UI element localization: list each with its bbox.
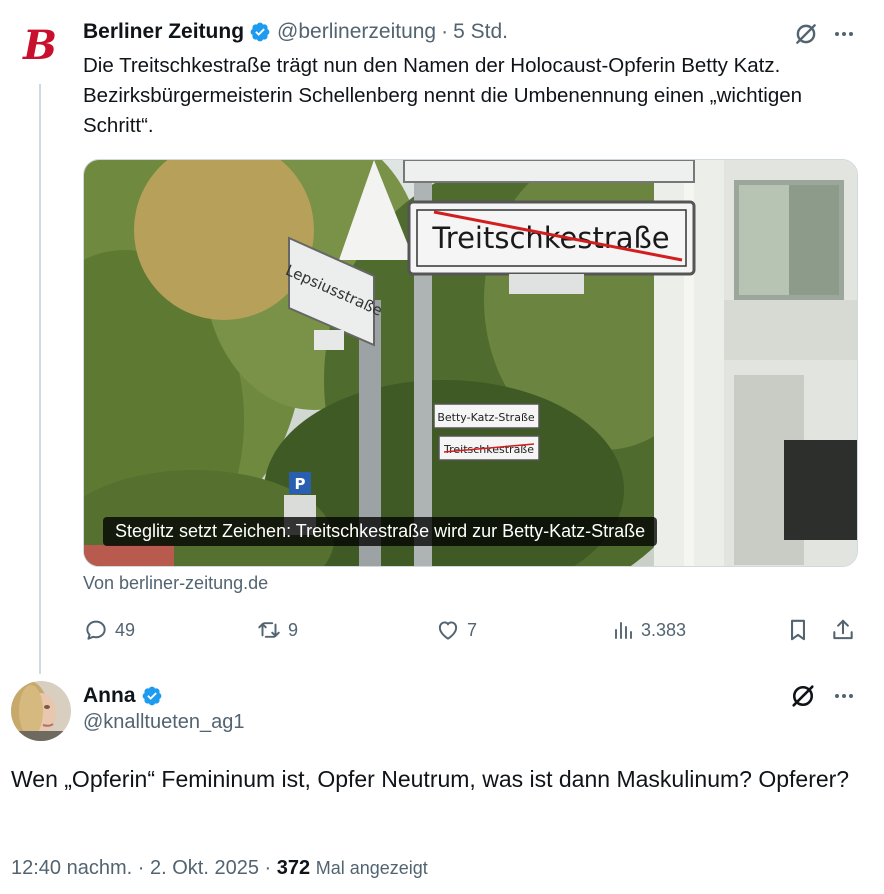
verified-badge-icon[interactable] [249,21,271,43]
more-icon[interactable] [829,681,859,711]
avatar-anna[interactable] [11,681,71,741]
avatar-berliner-zeitung[interactable]: B [16,22,64,70]
thread-connector-line [39,84,41,674]
tweet-media-card[interactable]: Treitschkestraße Lepsiusstraße Betty-Kat… [83,159,858,567]
author-name[interactable]: Berliner Zeitung [83,20,244,44]
grok-icon[interactable] [791,19,821,49]
bookmark-button[interactable] [785,612,817,648]
parent-tweet-header: Berliner Zeitung @berlinerzeitung · 5 St… [83,17,508,47]
reply-author-handle[interactable]: @knalltueten_ag1 [83,711,245,734]
reply-button[interactable]: 49 [83,612,135,648]
reply-author-name[interactable]: Anna [83,684,136,708]
reply-tweet-text: Wen „Opferin“ Femininum ist, Opfer Neutr… [11,766,850,792]
parent-tweet-text: Die Treitschkestraße trägt nun den Namen… [83,54,803,137]
grok-icon[interactable] [788,681,818,711]
reply-icon [86,620,106,640]
views-icon [615,622,632,639]
author-handle[interactable]: @berlinerzeitung [277,20,436,44]
like-icon [438,621,458,640]
link-source-label[interactable]: Von berliner-zeitung.de [83,573,268,594]
share-button[interactable] [830,612,862,648]
share-icon [833,619,853,640]
verified-badge-icon[interactable] [141,685,163,707]
views-count: 3.383 [641,619,687,640]
bookmark-icon [791,619,805,641]
like-button[interactable]: 7 [435,612,477,648]
like-count: 7 [467,619,478,640]
tweet-time[interactable]: 5 Std. [453,20,508,44]
repost-button[interactable]: 9 [256,612,298,648]
svg-text:P: P [295,475,306,493]
views-button[interactable]: 3.383 [611,612,686,648]
sign-small-1-text: Betty-Katz-Straße [437,411,535,424]
separator-dot: · [441,20,449,43]
reply-count: 49 [115,619,136,640]
repost-icon [258,622,280,638]
reply-views-count: 372 [276,857,311,879]
street-sign-photo: Treitschkestraße Lepsiusstraße Betty-Kat… [84,160,857,566]
avatar-photo [11,681,71,741]
separator-dot: · [137,857,145,879]
reply-meta-line: 12:40 nachm. · 2. Okt. 2025 · 372 Mal an… [11,857,428,880]
repost-count: 9 [288,619,299,640]
reply-views-label: Mal angezeigt [315,858,428,878]
reply-time[interactable]: 12:40 nachm. [11,857,132,879]
reply-date[interactable]: 2. Okt. 2025 [150,857,259,879]
tweet-action-bar: 49 9 7 3.383 [83,612,858,648]
separator-dot: · [264,857,272,879]
media-caption: Steglitz setzt Zeichen: Treitschkestraße… [103,517,658,546]
avatar-logo-letter: B [23,22,57,69]
more-icon[interactable] [829,19,859,49]
reply-author-name-row: Anna [83,681,169,711]
